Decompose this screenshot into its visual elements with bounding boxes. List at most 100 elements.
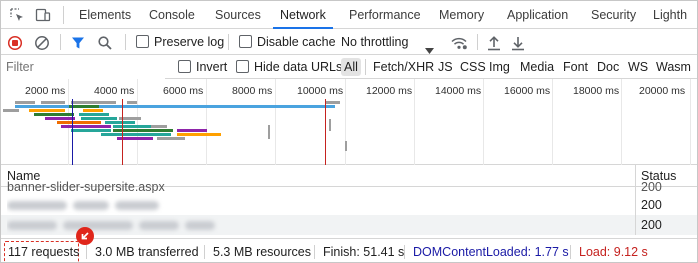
timeline-tick-label: 10000 ms: [297, 85, 344, 97]
request-status: 200: [641, 198, 662, 212]
waterfall-bar: [69, 105, 99, 108]
disable-cache-label[interactable]: Disable cache: [257, 29, 336, 55]
filter-type-ws[interactable]: WS: [628, 55, 648, 79]
timeline-tick-label: 12000 ms: [366, 85, 413, 97]
waterfall-bar: [3, 109, 19, 112]
filter-bar: Invert Hide data URLs All Fetch/XHR JS C…: [1, 55, 697, 79]
devtools-tab-bar: Elements Console Sources Network Perform…: [1, 1, 697, 29]
tab-separator: [63, 6, 64, 24]
network-conditions-icon[interactable]: [450, 34, 468, 50]
load-marker: [122, 99, 123, 165]
load-marker: [325, 99, 326, 165]
timeline-tick-label: 18000 ms: [573, 85, 620, 97]
filter-input[interactable]: [1, 55, 165, 79]
toolbar-separator: [60, 34, 61, 50]
filter-type-all[interactable]: All: [341, 58, 361, 76]
request-status: 200: [641, 218, 662, 232]
search-icon[interactable]: [97, 34, 113, 50]
dom-content-loaded-time: DOMContentLoaded: 1.77 s: [413, 245, 569, 259]
timeline-gridline: [483, 79, 484, 165]
transferred-size: 3.0 MB transferred: [95, 245, 199, 259]
status-separator: [404, 245, 405, 259]
timeline-gridline: [345, 79, 346, 165]
tab-security[interactable]: Security: [591, 1, 636, 29]
waterfall-bar: [177, 129, 207, 132]
waterfall-bar: [83, 109, 103, 112]
tab-network[interactable]: Network: [273, 1, 333, 29]
timeline-tick-label: 20000 ms: [639, 85, 686, 97]
export-har-icon[interactable]: [511, 34, 525, 51]
import-har-icon[interactable]: [487, 34, 501, 51]
table-row[interactable]: banner-slider-supersite.aspx 200: [1, 179, 697, 193]
filter-icon[interactable]: [70, 34, 86, 50]
column-separator[interactable]: [635, 165, 636, 235]
filter-type-img[interactable]: Img: [489, 55, 510, 79]
waterfall-bar: [61, 125, 111, 128]
filter-separator: [365, 59, 366, 75]
status-separator: [314, 245, 315, 259]
request-status: 200: [641, 180, 662, 193]
tab-lighthouse[interactable]: Lighth: [653, 1, 687, 29]
tab-performance[interactable]: Performance: [349, 1, 421, 29]
disable-cache-checkbox[interactable]: [239, 35, 252, 48]
network-summary-bar: 117 requests 3.0 MB transferred 5.3 MB r…: [1, 227, 697, 262]
resources-size: 5.3 MB resources: [213, 245, 311, 259]
device-toolbar-icon[interactable]: [35, 7, 51, 23]
hide-data-urls-checkbox[interactable]: [236, 60, 249, 73]
table-row[interactable]: 200: [1, 215, 697, 235]
filter-type-media[interactable]: Media: [520, 55, 554, 79]
devtools-window: Elements Console Sources Network Perform…: [0, 0, 698, 263]
timeline-tick-label: 8000 ms: [232, 85, 273, 97]
waterfall-bar: [57, 121, 101, 124]
toolbar-separator: [125, 34, 126, 50]
finish-time: Finish: 51.41 s: [323, 245, 405, 259]
waterfall-bar: [71, 101, 116, 104]
invert-label[interactable]: Invert: [196, 55, 227, 79]
waterfall-bar: [34, 113, 74, 116]
waterfall-bar: [177, 133, 221, 136]
request-name-redacted: [7, 195, 627, 215]
waterfall-bar: [45, 117, 75, 120]
status-separator: [204, 245, 205, 259]
waterfall-bar: [326, 101, 340, 104]
filter-type-font[interactable]: Font: [563, 55, 588, 79]
waterfall-bar: [81, 117, 117, 120]
filter-type-css[interactable]: CSS: [460, 55, 486, 79]
network-overview-timeline[interactable]: 2000 ms 4000 ms 6000 ms 8000 ms 10000 ms…: [1, 79, 697, 165]
throttling-select[interactable]: No throttling: [341, 29, 408, 55]
tab-console[interactable]: Console: [149, 1, 195, 29]
waterfall-bar: [345, 141, 347, 151]
request-name-redacted: [7, 215, 627, 235]
select-element-icon[interactable]: [9, 7, 25, 23]
filter-type-fetch-xhr[interactable]: Fetch/XHR: [373, 55, 434, 79]
status-separator: [570, 245, 571, 259]
tab-application[interactable]: Application: [507, 1, 568, 29]
waterfall-bar: [151, 125, 167, 128]
waterfall-bar: [71, 129, 111, 132]
filter-type-doc[interactable]: Doc: [597, 55, 619, 79]
invert-checkbox[interactable]: [178, 60, 191, 73]
load-time: Load: 9.12 s: [579, 245, 648, 259]
record-stop-icon[interactable]: [7, 34, 23, 51]
waterfall-bar: [127, 101, 137, 104]
filter-type-js[interactable]: JS: [438, 55, 453, 79]
waterfall-bar: [79, 113, 109, 116]
timeline-gridline: [552, 79, 553, 165]
filter-type-wasm[interactable]: Wasm: [656, 55, 691, 79]
hide-data-urls-label[interactable]: Hide data URLs: [254, 55, 342, 79]
timeline-gridline: [414, 79, 415, 165]
tab-elements[interactable]: Elements: [79, 1, 131, 29]
status-separator: [86, 245, 87, 259]
timeline-gridline: [621, 79, 622, 165]
preserve-log-label[interactable]: Preserve log: [154, 29, 224, 55]
table-row[interactable]: 200: [1, 195, 697, 215]
chevron-down-icon[interactable]: [425, 38, 434, 54]
tab-sources[interactable]: Sources: [215, 1, 261, 29]
tab-memory[interactable]: Memory: [439, 1, 484, 29]
waterfall-bar: [157, 137, 185, 140]
dom-content-loaded-marker: [72, 99, 73, 165]
preserve-log-checkbox[interactable]: [136, 35, 149, 48]
clear-icon[interactable]: [34, 34, 50, 50]
timeline-tick-label: 14000 ms: [435, 85, 482, 97]
waterfall-bar: [15, 101, 35, 104]
